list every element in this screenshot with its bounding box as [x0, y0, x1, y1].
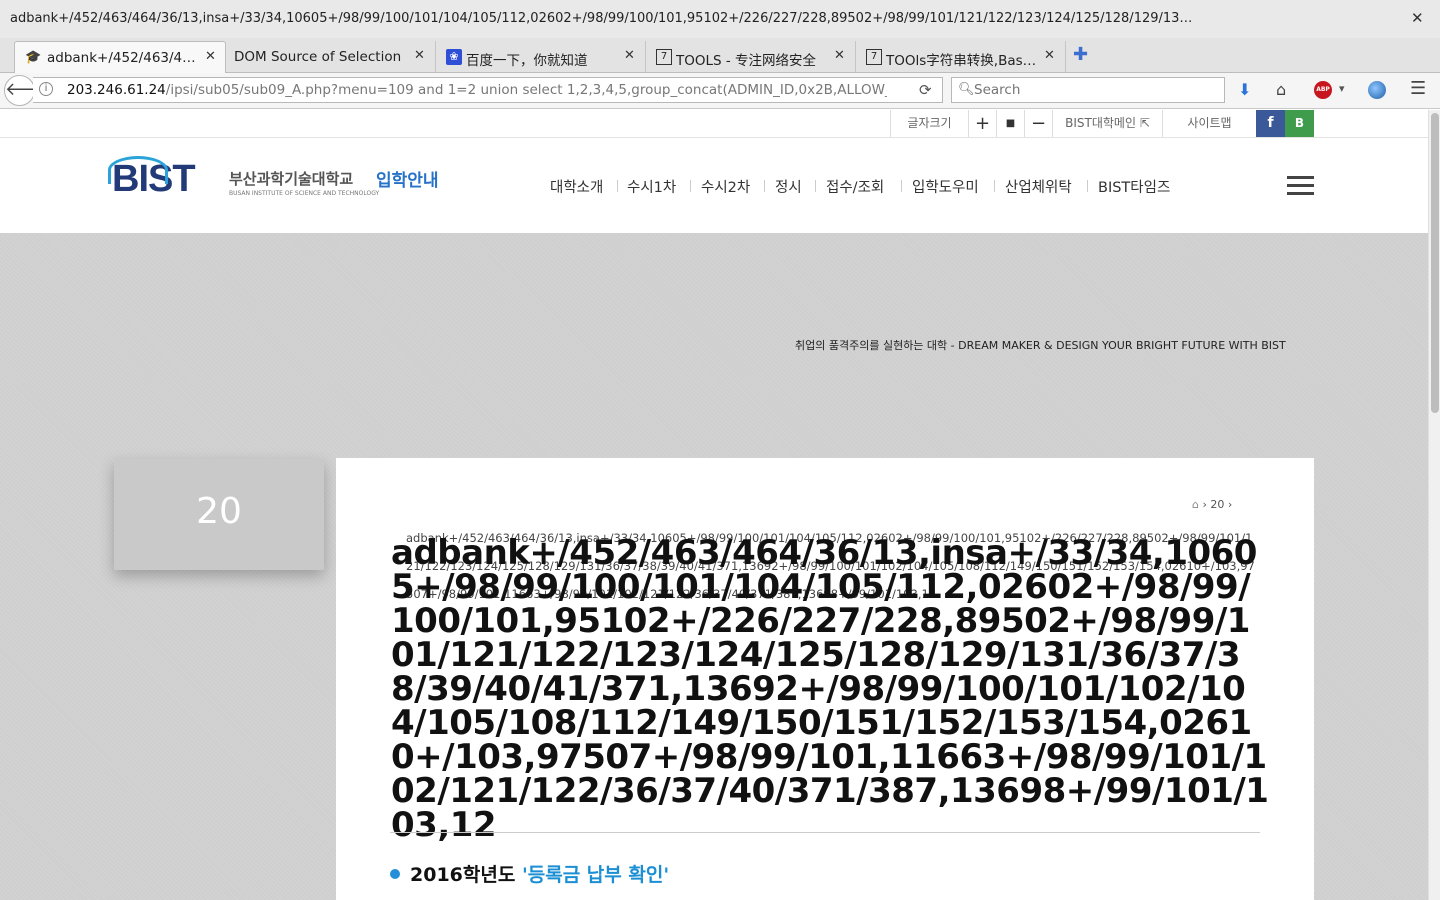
site-logo[interactable]: BIST 부산과학기술대학교 BUSAN INSTITUTE OF SCIENC…: [108, 156, 442, 206]
side-title-number: 20: [196, 491, 242, 532]
tools-icon: 7: [656, 49, 672, 65]
globe-icon[interactable]: [1368, 81, 1386, 99]
logo-english-name: BUSAN INSTITUTE OF SCIENCE AND TECHNOLOG…: [229, 190, 380, 197]
tab-2[interactable]: DOM Source of Selection ✕: [226, 41, 436, 73]
scrollbar-thumb[interactable]: [1431, 113, 1439, 413]
bullet-dot-icon: [390, 868, 400, 879]
tab-3[interactable]: ❀ 百度一下，你就知道 ✕: [436, 41, 646, 73]
font-reset-button[interactable]: ■: [996, 110, 1024, 137]
search-icon: 🔍︎: [958, 82, 975, 97]
home-icon[interactable]: ⌂: [1192, 498, 1199, 511]
nav-separator: [815, 180, 816, 192]
facebook-icon[interactable]: f: [1256, 110, 1285, 137]
tab-close-icon[interactable]: ✕: [834, 48, 845, 63]
tab-label: TOOLS - 专注网络安全: [676, 53, 817, 69]
chevron-down-icon[interactable]: ▾: [1339, 82, 1345, 95]
font-decrease-button[interactable]: −: [1024, 110, 1052, 137]
nav-item-regular[interactable]: 정시: [775, 176, 802, 197]
page-title: adbank+/452/463/464/36/13,insa+/33/34,10…: [391, 533, 1269, 845]
tab-4[interactable]: 7 TOOLS - 专注网络安全 ✕: [646, 41, 856, 73]
tab-strip: 🎓 adbank+/452/463/4… ✕ DOM Source of Sel…: [0, 38, 1440, 73]
search-input[interactable]: [974, 81, 1214, 99]
nav-item-early-1[interactable]: 수시1차: [627, 176, 676, 197]
tab-close-icon[interactable]: ✕: [414, 48, 425, 63]
bist-logo-mark: BIST: [108, 156, 196, 201]
tab-label: adbank+/452/463/4…: [47, 50, 196, 66]
home-icon[interactable]: ⌂: [1276, 80, 1286, 99]
url-text[interactable]: 203.246.61.24/ipsi/sub05/sub09_A.php?men…: [67, 82, 887, 98]
window-close-icon[interactable]: ✕: [1411, 9, 1424, 27]
info-icon[interactable]: i: [39, 82, 53, 96]
header-divider: [0, 137, 1428, 138]
tab-close-icon[interactable]: ✕: [205, 49, 216, 64]
nav-item-times[interactable]: BIST타임즈: [1098, 176, 1170, 197]
navigation-bar: 🡐 i 203.246.61.24/ipsi/sub05/sub09_A.php…: [0, 73, 1440, 109]
nav-item-apply[interactable]: 접수/조회: [826, 176, 884, 197]
nav-separator: [901, 180, 902, 192]
nav-separator: [617, 180, 618, 192]
nav-item-helper[interactable]: 입학도우미: [912, 176, 979, 197]
reload-icon[interactable]: ⟳: [919, 81, 932, 99]
new-tab-icon[interactable]: ✚: [1073, 44, 1088, 65]
nav-separator: [1087, 180, 1088, 192]
sitemap-link[interactable]: 사이트맵: [1162, 110, 1256, 137]
section-heading-prefix: 2016학년도: [410, 864, 522, 886]
tab-label: TOOls字符串转换,Bas…: [886, 53, 1037, 69]
font-increase-button[interactable]: +: [968, 110, 996, 137]
menu-icon[interactable]: ☰: [1410, 78, 1426, 99]
nav-item-about[interactable]: 대학소개: [550, 176, 603, 197]
page-scrollbar[interactable]: [1428, 110, 1440, 900]
window-titlebar: adbank+/452/463/464/36/13,insa+/33/34,10…: [0, 0, 1440, 38]
hamburger-menu-icon[interactable]: [1287, 176, 1314, 196]
nav-item-industry[interactable]: 산업체위탁: [1005, 176, 1072, 197]
logo-swoosh: [108, 156, 168, 184]
font-size-label: 글자크기: [890, 110, 968, 137]
side-title-box: 20: [114, 459, 324, 570]
tools-icon: 7: [866, 49, 882, 65]
hamburger-bar: [1287, 176, 1314, 179]
content-panel: ⌂ › 20 › adbank+/452/463/464/36/13,insa+…: [336, 458, 1314, 900]
bist-main-link[interactable]: BIST대학메인 ⇱: [1052, 110, 1162, 137]
logo-admission-label: 입학안내: [376, 171, 439, 191]
section-heading: 2016학년도 '등록금 납부 확인': [390, 860, 669, 887]
url-path: /ipsi/sub05/sub09_A.php?menu=109 and 1=2…: [165, 82, 887, 98]
adblock-icon[interactable]: ABP: [1314, 81, 1332, 99]
breadcrumb-item[interactable]: 20: [1210, 498, 1224, 511]
blog-icon[interactable]: B: [1285, 110, 1314, 137]
hamburger-bar: [1287, 184, 1314, 187]
hamburger-bar: [1287, 192, 1314, 195]
breadcrumb: ⌂ › 20 ›: [1192, 498, 1233, 511]
tab-1[interactable]: 🎓 adbank+/452/463/4… ✕: [14, 41, 226, 73]
tab-close-icon[interactable]: ✕: [1044, 48, 1055, 63]
baidu-paw-icon: ❀: [446, 49, 462, 65]
bist-main-label: BIST대학메인: [1065, 116, 1136, 130]
nav-item-early-2[interactable]: 수시2차: [701, 176, 750, 197]
tab-close-icon[interactable]: ✕: [624, 48, 635, 63]
title-divider: [390, 832, 1260, 833]
graduation-cap-icon: 🎓: [25, 50, 42, 65]
window-title: adbank+/452/463/464/36/13,insa+/33/34,10…: [10, 11, 1193, 26]
hero-slogan: 취업의 품격주의를 실현하는 대학 - DREAM MAKER & DESIGN…: [795, 339, 1286, 352]
tab-label: DOM Source of Selection: [234, 49, 402, 65]
back-arrow-icon[interactable]: 🡐: [4, 75, 53, 106]
search-bar[interactable]: 🔍︎: [951, 77, 1225, 103]
external-link-icon: ⇱: [1139, 116, 1150, 130]
url-bar[interactable]: i 203.246.61.24/ipsi/sub05/sub09_A.php?m…: [33, 77, 943, 103]
tab-5[interactable]: 7 TOOls字符串转换,Bas… ✕: [856, 41, 1066, 73]
logo-korean-name: 부산과학기술대학교: [229, 170, 354, 188]
nav-separator: [994, 180, 995, 192]
page-viewport: 글자크기 + ■ − BIST대학메인 ⇱ 사이트맵 f B BIST 부산과학…: [0, 110, 1440, 900]
nav-separator: [690, 180, 691, 192]
nav-separator: [764, 180, 765, 192]
url-host: 203.246.61.24: [67, 82, 166, 98]
download-icon[interactable]: ⬇: [1238, 80, 1251, 99]
tab-label: 百度一下，你就知道: [466, 53, 588, 69]
section-heading-highlight: '등록금 납부 확인': [521, 864, 670, 886]
